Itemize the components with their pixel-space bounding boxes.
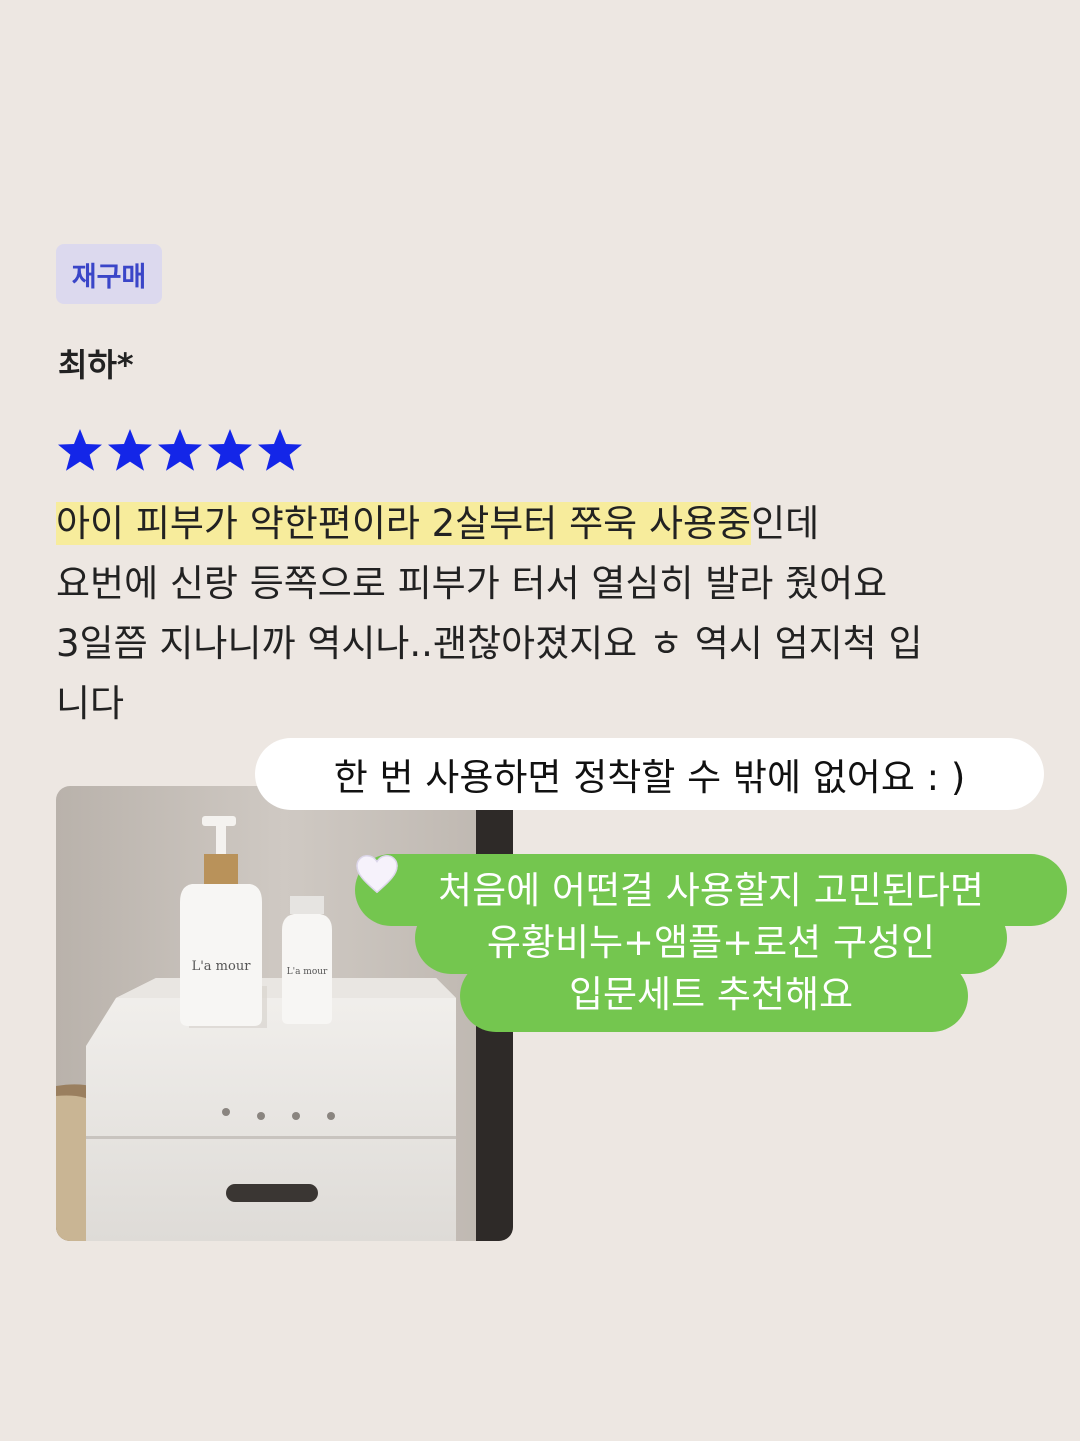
review-text: 아이 피부가 약한편이라 2살부터 쭈욱 사용중인데 요번에 신랑 등쪽으로 피… [56,494,1046,734]
green-callout-line-3: 입문세트 추천해요 [568,973,854,1016]
small-bottle-brand-label: L'a mour [287,967,328,977]
star-icon [56,426,104,474]
star-icon [156,426,204,474]
repurchase-badge: 재구매 [56,244,162,304]
review-line-3: 3일쯤 지나니까 역시나..괜찮아졌지요 ㅎ 역시 엄지척 입 [56,622,923,665]
white-heart-icon [356,855,398,894]
white-callout-text: 한 번 사용하면 정착할 수 밖에 없어요 : ) [333,756,966,799]
star-icon [106,426,154,474]
star-icon [256,426,304,474]
review-line-1-rest: 인데 [751,502,820,545]
star-icon [206,426,254,474]
reviewer-name: 최하* [58,346,134,384]
white-callout-bubble: 한 번 사용하면 정착할 수 밖에 없어요 : ) [255,738,1044,810]
review-line-1: 아이 피부가 약한편이라 2살부터 쭈욱 사용중인데 [56,494,1046,554]
review-line-4: 니다 [56,682,125,725]
green-callout-bubble: 처음에 어떤걸 사용할지 고민된다면 유황비누+앰플+로션 구성인 입문세트 추… [355,854,1067,1032]
review-highlight: 아이 피부가 약한편이라 2살부터 쭈욱 사용중 [56,502,752,545]
green-callout-line-1: 처음에 어떤걸 사용할지 고민된다면 [438,869,984,912]
green-callout-line-2: 유황비누+앰플+로션 구성인 [486,921,936,964]
green-callout-line-3-wrap: 입문세트 추천해요 [356,855,854,1021]
star-rating [56,426,304,474]
bottle-brand-label: L'a mour [192,959,252,974]
review-line-2: 요번에 신랑 등쪽으로 피부가 터서 열심히 발라 줬어요 [56,562,888,605]
